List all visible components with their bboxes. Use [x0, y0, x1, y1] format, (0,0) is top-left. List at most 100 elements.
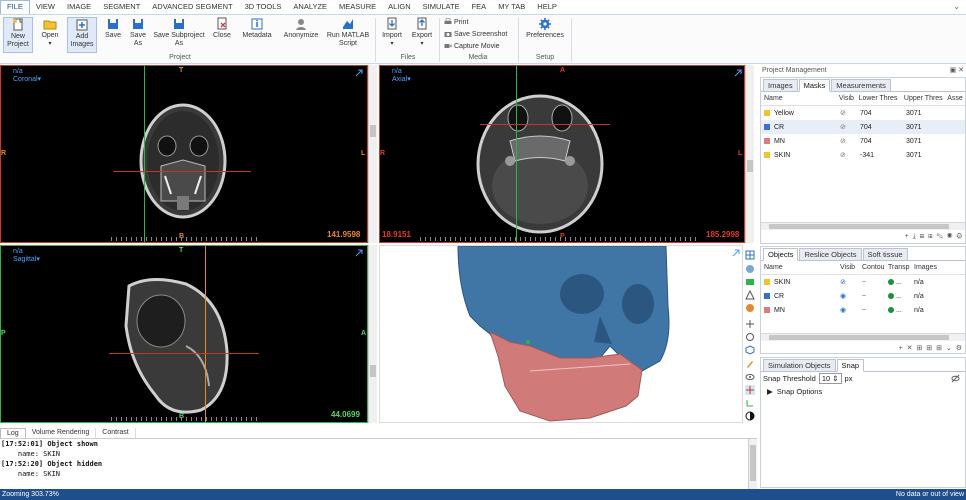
collapse-ribbon-icon[interactable]: ⌄ [953, 2, 960, 11]
save-as-button[interactable]: Save As [127, 17, 149, 48]
anonymize-button[interactable]: Anonymize [281, 17, 321, 40]
export-button[interactable]: Export ▾ [409, 17, 435, 48]
run-matlab-button[interactable]: Run MATLAB Script [324, 17, 372, 48]
mask-row[interactable]: CR ⊘ 704 3071 [761, 120, 965, 134]
contour-icon[interactable]: ~ [862, 279, 888, 286]
axial-crosshair-vertical[interactable] [516, 66, 517, 242]
capture-movie-button[interactable]: Capture Movie [444, 42, 500, 50]
contrast-icon[interactable] [745, 411, 755, 421]
tab-contrast[interactable]: Contrast [96, 428, 136, 438]
mask-row[interactable]: SKIN ⊘ -341 3071 [761, 148, 965, 162]
menu-file[interactable]: FILE [0, 0, 30, 14]
print-button[interactable]: Print [444, 18, 468, 26]
save-screenshot-button[interactable]: Save Screenshot [444, 30, 507, 38]
hidden-eye-icon[interactable]: ⊘ [840, 123, 860, 131]
tab-images[interactable]: Images [763, 79, 798, 92]
mask-row[interactable]: Yellow ⊘ 704 3071 [761, 106, 965, 120]
tab-snap[interactable]: Snap [836, 359, 865, 372]
objects-horizontal-scrollbar[interactable] [761, 333, 965, 341]
coronal-slice-scrollbar[interactable] [368, 65, 377, 243]
visibility-icon[interactable]: ⊘ [840, 278, 862, 286]
menu-align[interactable]: ALIGN [382, 0, 417, 14]
axial-crosshair-horizontal[interactable] [480, 124, 610, 125]
contour-icon[interactable]: ~ [862, 307, 888, 314]
menu-fea[interactable]: FEA [466, 0, 493, 14]
grid-icon[interactable] [745, 250, 755, 260]
import-button[interactable]: Import ▾ [380, 17, 404, 48]
visibility-icon[interactable] [745, 372, 755, 382]
sagittal-crosshair-horizontal[interactable] [109, 353, 259, 354]
tab-objects[interactable]: Objects [763, 248, 799, 261]
coronal-crosshair-horizontal[interactable] [113, 171, 251, 172]
cube-icon[interactable] [745, 345, 755, 355]
visibility-icon[interactable]: ◉ [840, 292, 862, 300]
object-row[interactable]: MN ◉ ~ ... n/a [761, 303, 965, 317]
menu-view[interactable]: VIEW [30, 0, 61, 14]
palette-icon[interactable] [745, 303, 755, 313]
save-button[interactable]: Save [103, 17, 123, 40]
hidden-eye-icon[interactable]: ⊘ [840, 151, 860, 159]
crosshair-icon[interactable] [745, 385, 755, 395]
object-color-icon[interactable] [745, 277, 755, 287]
log-area[interactable]: [17:52:01] Object shown name: SKIN [17:52… [0, 438, 757, 489]
coronal-viewport[interactable]: n/a Coronal▾ T B R L 141.9598 [0, 65, 368, 243]
3d-viewport[interactable] [379, 245, 743, 423]
menu-3d-tools[interactable]: 3D TOOLS [239, 0, 288, 14]
tab-reslice-objects[interactable]: Reslice Objects [799, 248, 862, 261]
menu-measure[interactable]: MEASURE [333, 0, 382, 14]
menu-simulate[interactable]: SIMULATE [417, 0, 466, 14]
masks-horizontal-scrollbar[interactable] [761, 222, 965, 230]
snap-visibility-icon[interactable] [951, 374, 960, 383]
menu-my-tab[interactable]: MY TAB [492, 0, 531, 14]
coronal-crosshair-vertical[interactable] [144, 66, 145, 242]
preferences-button[interactable]: Preferences [523, 17, 567, 40]
close-button[interactable]: Close [211, 17, 233, 40]
add-images-button[interactable]: Add Images [67, 17, 97, 53]
menu-segment[interactable]: SEGMENT [97, 0, 146, 14]
tab-measurements[interactable]: Measurements [831, 79, 891, 92]
hidden-eye-icon[interactable]: ⊘ [840, 137, 860, 145]
menu-analyze[interactable]: ANALYZE [287, 0, 333, 14]
pan-icon[interactable] [745, 319, 755, 329]
triangle-mesh-icon[interactable] [745, 290, 755, 300]
object-row[interactable]: SKIN ⊘ ~ ... n/a [761, 275, 965, 289]
transparency-cell[interactable]: ... [888, 293, 914, 300]
sagittal-slice-scrollbar[interactable] [368, 245, 377, 423]
camera-view-icon[interactable] [745, 264, 755, 274]
tab-log[interactable]: Log [0, 428, 26, 438]
transparency-cell[interactable]: ... [888, 279, 914, 286]
new-project-button[interactable]: New Project [3, 17, 33, 53]
masks-toolbar[interactable]: + ⤓ ⊞ ⊞ ✎ ◉ ⚙ [905, 233, 963, 241]
visibility-icon[interactable]: ◉ [840, 306, 862, 314]
snap-threshold-input[interactable]: 10 ⇕ [818, 373, 842, 384]
rotate-icon[interactable] [745, 332, 755, 342]
menu-help[interactable]: HELP [531, 0, 563, 14]
axial-slice-scrollbar[interactable] [745, 65, 754, 243]
contour-icon[interactable]: ~ [862, 293, 888, 300]
tab-soft-tissue[interactable]: Soft tissue [862, 248, 908, 261]
snap-options-toggle[interactable]: ▶ Snap Options [767, 387, 822, 396]
tab-masks[interactable]: Masks [798, 79, 831, 92]
tab-simulation-objects[interactable]: Simulation Objects [763, 359, 836, 372]
panel-close-icon[interactable]: ▣ ✕ [950, 65, 964, 76]
metadata-button[interactable]: Metadata [240, 17, 274, 40]
log-scrollbar[interactable] [748, 439, 757, 489]
expand-icon[interactable] [732, 249, 740, 257]
expand-icon[interactable] [355, 69, 363, 77]
menu-image[interactable]: IMAGE [61, 0, 97, 14]
save-subproject-button[interactable]: Save Subproject As [151, 17, 207, 48]
axial-viewport[interactable]: n/a Axial▾ A P R L 18.9151 185.2998 [379, 65, 745, 243]
hidden-eye-icon[interactable]: ⊘ [840, 109, 860, 117]
sagittal-crosshair-vertical[interactable] [205, 246, 206, 422]
paint-icon[interactable] [745, 359, 755, 369]
sagittal-viewport[interactable]: n/a Sagittal▾ T B P A 44.0699 [0, 245, 368, 423]
object-row[interactable]: CR ◉ ~ ... n/a [761, 289, 965, 303]
open-button[interactable]: Open ▾ [38, 17, 62, 48]
expand-icon[interactable] [355, 249, 363, 257]
menu-advanced-segment[interactable]: ADVANCED SEGMENT [146, 0, 238, 14]
expand-icon[interactable] [734, 69, 742, 77]
tab-volume-rendering[interactable]: Volume Rendering [26, 428, 97, 438]
axes-icon[interactable] [745, 398, 755, 408]
transparency-cell[interactable]: ... [888, 307, 914, 314]
objects-toolbar[interactable]: + ✕ ⊞ ⊞ ⊞ ⌄ ⚙ [899, 344, 963, 352]
